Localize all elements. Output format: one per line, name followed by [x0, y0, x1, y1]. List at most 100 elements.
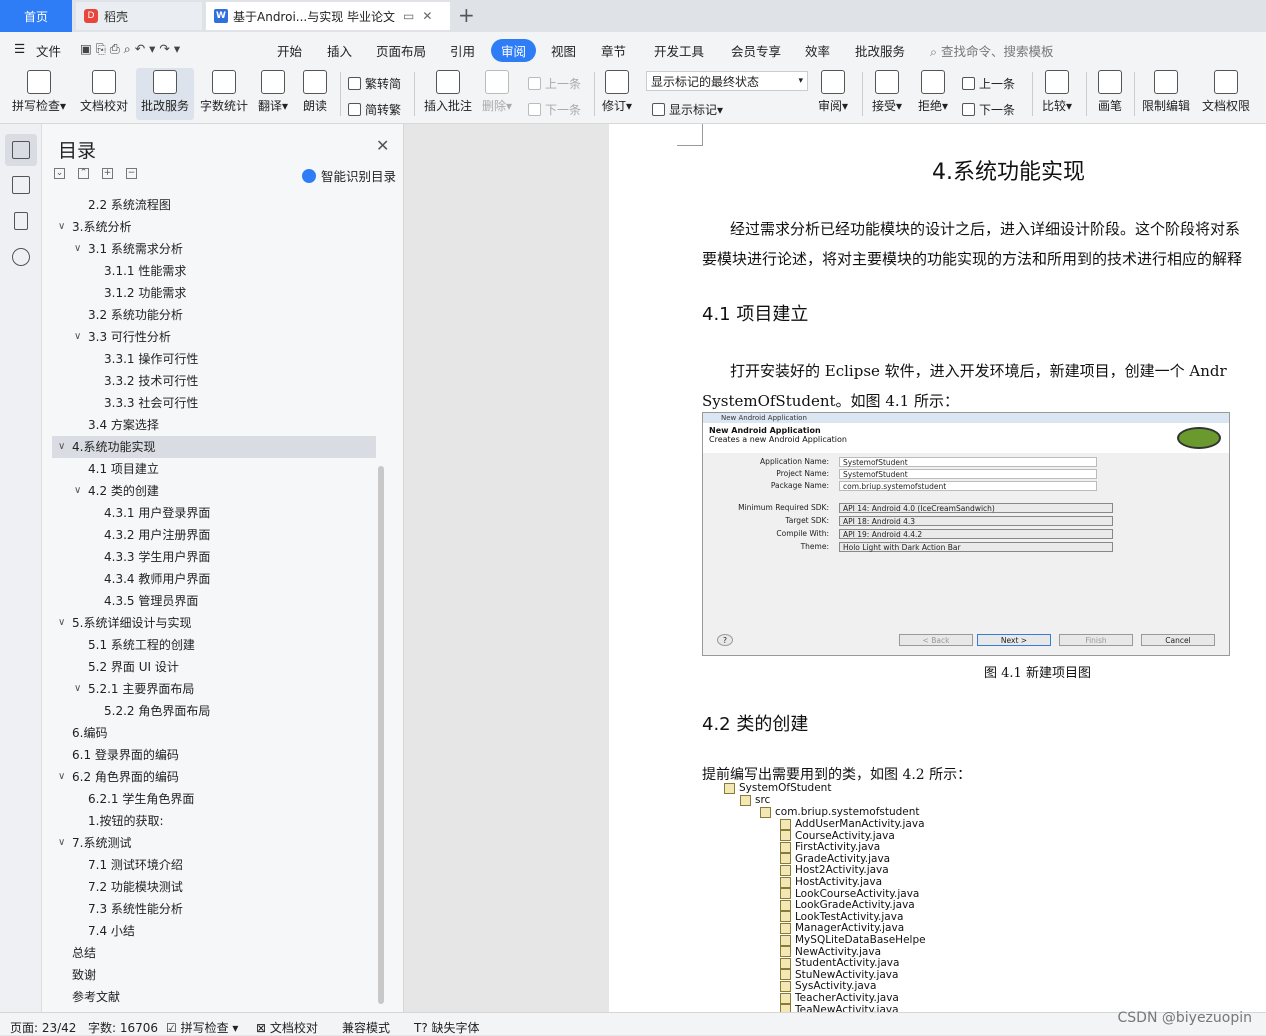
toc-item[interactable]: 5.2 界面 UI 设计 — [52, 656, 376, 678]
search-icon[interactable] — [12, 248, 30, 266]
toc-item[interactable]: 3.3.2 技术可行性 — [52, 370, 376, 392]
close-tab-icon[interactable]: ✕ — [422, 9, 432, 23]
menu-insert[interactable]: 插入 — [327, 41, 352, 60]
quick-access-icons[interactable]: ▣ ⎘ ⎙ ⌕ ↶ ▾ ↷ ▾ — [80, 41, 180, 57]
restore-icon[interactable]: ▭ — [403, 9, 414, 23]
toc-item[interactable]: ∨ 5.系统详细设计与实现 — [52, 612, 376, 634]
toc-item[interactable]: 4.1 项目建立 — [52, 458, 376, 480]
expand-all-icon[interactable]: + — [102, 168, 113, 179]
delete-comment-button[interactable]: 删除▾ — [482, 70, 512, 114]
word-count-button[interactable]: 字数统计 — [200, 70, 248, 114]
toc-item[interactable]: ∨ 4.2 类的创建 — [52, 480, 376, 502]
toc-item[interactable]: 3.2 系统功能分析 — [52, 304, 376, 326]
toc-item[interactable]: ∨ 3.3 可行性分析 — [52, 326, 376, 348]
next-change-button[interactable]: 下一条 — [962, 101, 1015, 118]
toc-item[interactable]: 5.1 系统工程的创建 — [52, 634, 376, 656]
spell-check-status[interactable]: ☑ 拼写检查 ▾ — [166, 1019, 238, 1036]
toc-item[interactable]: 3.3.3 社会可行性 — [52, 392, 376, 414]
menu-member[interactable]: 会员专享 — [731, 41, 781, 60]
doc-proof-status[interactable]: ⊠ 文档校对 — [256, 1019, 318, 1036]
review-button[interactable]: 审阅▾ — [818, 70, 848, 114]
menu-devtools[interactable]: 开发工具 — [654, 41, 704, 60]
toc-icon[interactable] — [12, 141, 30, 159]
close-icon[interactable]: ✕ — [376, 136, 389, 155]
pen-button[interactable]: 画笔 — [1098, 70, 1122, 114]
toc-item[interactable]: 参考文献 — [52, 986, 376, 1004]
toc-item[interactable]: 2.2 系统流程图 — [52, 194, 376, 216]
toc-item[interactable]: ∨ 3.1 系统需求分析 — [52, 238, 376, 260]
doc-proof-button[interactable]: 文档校对 — [80, 70, 128, 114]
trad-to-simp-button[interactable]: 繁转简 — [348, 75, 401, 92]
outline-icon[interactable] — [12, 176, 30, 194]
bookmark-icon[interactable] — [14, 212, 28, 230]
menu-start[interactable]: 开始 — [277, 41, 302, 60]
tab-home[interactable]: 首页 — [0, 0, 72, 32]
search-command[interactable]: ⌕ 查找命令、搜索模板 — [930, 41, 1054, 60]
chevron-down-icon[interactable]: ∨ — [58, 436, 65, 458]
toc-item[interactable]: 4.3.3 学生用户界面 — [52, 546, 376, 568]
toc-item[interactable]: 7.1 测试环境介绍 — [52, 854, 376, 876]
chevron-down-icon[interactable]: ∨ — [58, 216, 65, 238]
chevron-down-icon[interactable]: ∨ — [74, 480, 81, 502]
chevron-down-icon[interactable]: ∨ — [74, 678, 81, 700]
menu-efficiency[interactable]: 效率 — [805, 41, 830, 60]
prev-change-button[interactable]: 上一条 — [962, 75, 1015, 92]
toc-item[interactable]: 1.按钮的获取: — [52, 810, 376, 832]
toc-item[interactable]: 3.1.2 功能需求 — [52, 282, 376, 304]
chevron-down-icon[interactable]: ∨ — [74, 238, 81, 260]
revise-button[interactable]: 修订▾ — [602, 70, 632, 114]
compare-button[interactable]: 比较▾ — [1042, 70, 1072, 114]
toc-item[interactable]: ∨ 5.2.1 主要界面布局 — [52, 678, 376, 700]
collapse-up-icon[interactable]: ⌃ — [78, 168, 89, 179]
menu-layout[interactable]: 页面布局 — [376, 41, 426, 60]
toc-item[interactable]: 6.1 登录界面的编码 — [52, 744, 376, 766]
toc-item[interactable]: 7.4 小结 — [52, 920, 376, 942]
menu-review[interactable]: 审阅 — [491, 39, 537, 62]
smart-toc-button[interactable]: 智能识别目录 — [302, 166, 396, 185]
restrict-edit-button[interactable]: 限制编辑 — [1142, 70, 1190, 114]
toc-scrollbar[interactable] — [378, 466, 384, 1004]
toc-item[interactable]: ∨ 3.系统分析 — [52, 216, 376, 238]
chevron-down-icon[interactable]: ∨ — [58, 832, 65, 854]
toc-item[interactable]: 7.2 功能模块测试 — [52, 876, 376, 898]
reject-button[interactable]: 拒绝▾ — [918, 70, 948, 114]
toc-item[interactable]: 总结 — [52, 942, 376, 964]
read-aloud-button[interactable]: 朗读 — [303, 70, 327, 114]
toc-item[interactable]: 4.3.1 用户登录界面 — [52, 502, 376, 524]
insert-comment-button[interactable]: 插入批注 — [424, 70, 472, 114]
accept-button[interactable]: 接受▾ — [872, 70, 902, 114]
toc-item[interactable]: 3.3.1 操作可行性 — [52, 348, 376, 370]
page-count[interactable]: 页面: 23/42 — [10, 1019, 76, 1036]
menu-reference[interactable]: 引用 — [450, 41, 475, 60]
word-count-status[interactable]: 字数: 16706 — [88, 1019, 158, 1036]
prev-comment-button[interactable]: 上一条 — [528, 75, 581, 92]
correction-service-button[interactable]: 批改服务 — [136, 68, 194, 120]
doc-permission-button[interactable]: 文档权限 — [1202, 70, 1250, 114]
tab-document[interactable]: W 基于Androi...与实现 毕业论文 ▭ ✕ — [206, 2, 450, 30]
toc-item[interactable]: 7.3 系统性能分析 — [52, 898, 376, 920]
collapse-down-icon[interactable]: ⌄ — [54, 168, 65, 179]
toc-item[interactable]: 致谢 — [52, 964, 376, 986]
show-markup-button[interactable]: 显示标记 ▾ — [652, 101, 723, 118]
toc-item[interactable]: 6.编码 — [52, 722, 376, 744]
tab-docer[interactable]: D 稻壳 — [76, 2, 202, 30]
menu-correction[interactable]: 批改服务 — [855, 41, 905, 60]
next-comment-button[interactable]: 下一条 — [528, 101, 581, 118]
new-tab-icon[interactable]: + — [458, 3, 475, 27]
spell-check-button[interactable]: 拼写检查▾ — [12, 70, 66, 114]
toc-item[interactable]: ∨ 4.系统功能实现 — [52, 436, 376, 458]
chevron-down-icon[interactable]: ∨ — [74, 326, 81, 348]
toc-item[interactable]: ∨ 6.2 角色界面的编码 — [52, 766, 376, 788]
toc-item[interactable]: 3.4 方案选择 — [52, 414, 376, 436]
toc-item[interactable]: 4.3.2 用户注册界面 — [52, 524, 376, 546]
markup-state-select[interactable]: 显示标记的最终状态 ▾ — [646, 71, 808, 91]
translate-button[interactable]: 翻译▾ — [258, 70, 288, 114]
toc-item[interactable]: 4.3.4 教师用户界面 — [52, 568, 376, 590]
chevron-down-icon[interactable]: ∨ — [58, 612, 65, 634]
missing-font-status[interactable]: T? 缺失字体 — [414, 1019, 480, 1036]
toc-item[interactable]: 4.3.5 管理员界面 — [52, 590, 376, 612]
toc-item[interactable]: ∨ 7.系统测试 — [52, 832, 376, 854]
toc-item[interactable]: 6.2.1 学生角色界面 — [52, 788, 376, 810]
hamburger-icon[interactable]: ☰ — [14, 41, 25, 56]
collapse-all-icon[interactable]: − — [126, 168, 137, 179]
